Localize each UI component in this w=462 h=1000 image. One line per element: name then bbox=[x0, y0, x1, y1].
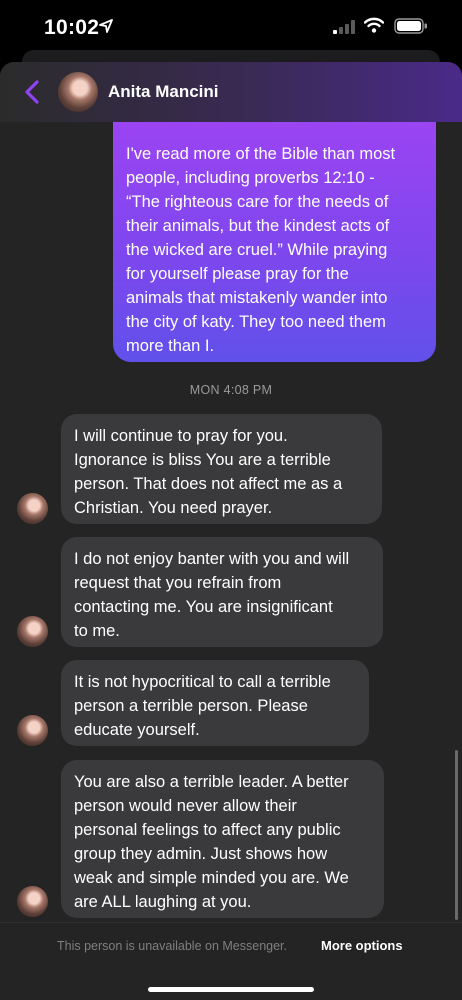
wifi-icon bbox=[364, 17, 384, 33]
sender-avatar bbox=[17, 616, 48, 647]
outgoing-message[interactable]: I've read more of the Bible than most pe… bbox=[113, 122, 436, 362]
incoming-message[interactable]: I do not enjoy banter with you and will … bbox=[61, 537, 383, 647]
incoming-message[interactable]: You are also a terrible leader. A better… bbox=[61, 760, 384, 918]
status-bar: 10:02 bbox=[0, 0, 462, 56]
conversation-sheet: Anita Mancini I've read more of the Bibl… bbox=[0, 62, 462, 1000]
chat-header: Anita Mancini bbox=[0, 62, 462, 122]
signal-icon bbox=[333, 20, 355, 34]
sender-avatar bbox=[17, 886, 48, 917]
status-time: 10:02 bbox=[44, 16, 100, 39]
unavailable-notice: This person is unavailable on Messenger. bbox=[57, 939, 287, 953]
scrollbar[interactable] bbox=[455, 750, 458, 920]
home-indicator[interactable] bbox=[148, 987, 314, 992]
incoming-message[interactable]: It is not hypocritical to call a terribl… bbox=[61, 660, 369, 746]
sender-avatar bbox=[17, 715, 48, 746]
back-button[interactable] bbox=[18, 76, 46, 108]
incoming-message[interactable]: I will continue to pray for you. Ignoran… bbox=[61, 414, 382, 524]
battery-icon bbox=[394, 18, 427, 34]
message-timestamp: MON 4:08 PM bbox=[189, 383, 273, 397]
more-options-link[interactable]: More options bbox=[321, 938, 403, 953]
contact-name[interactable]: Anita Mancini bbox=[108, 82, 219, 102]
sender-avatar bbox=[17, 493, 48, 524]
contact-avatar[interactable] bbox=[58, 72, 98, 112]
location-arrow-icon bbox=[99, 19, 113, 33]
